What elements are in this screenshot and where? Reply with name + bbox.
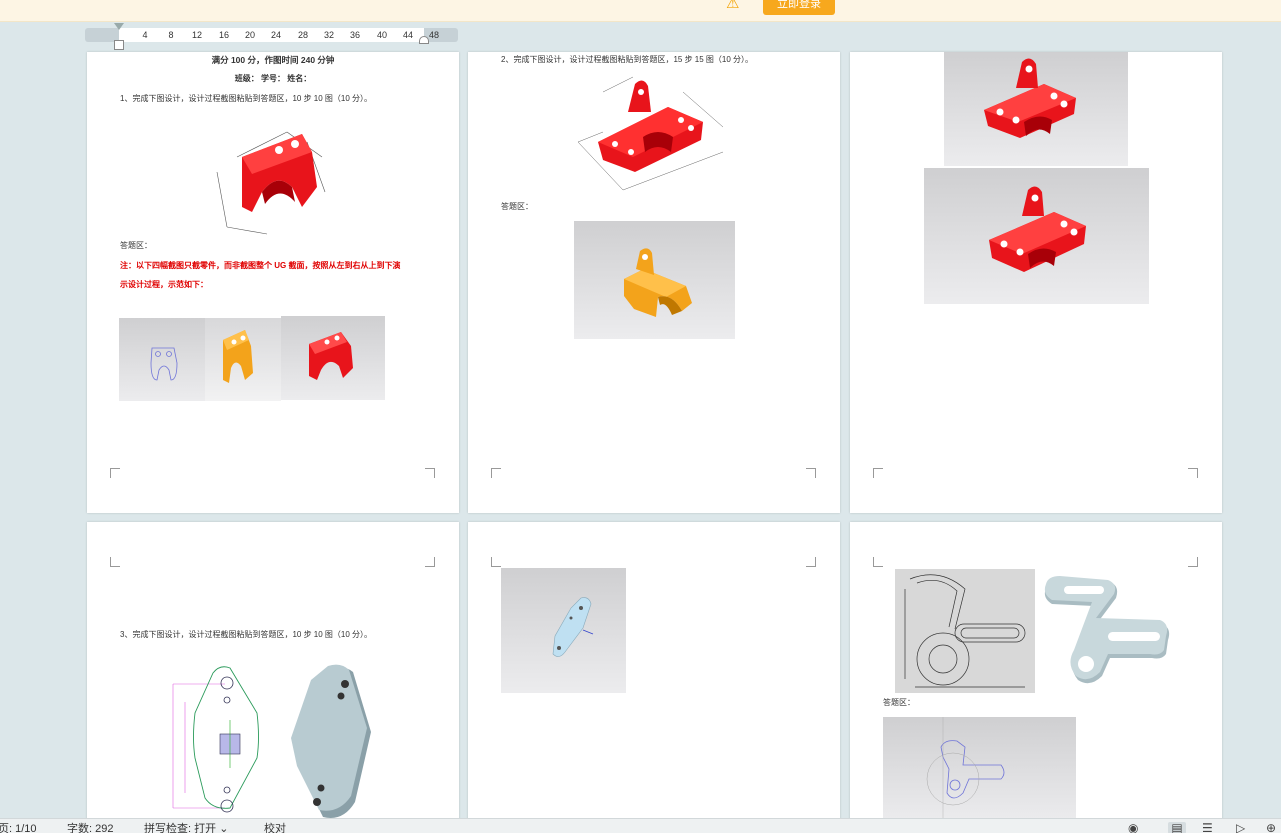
page-corner-mark	[873, 557, 883, 567]
question-3: 3、完成下图设计，设计过程截图粘贴到答题区，10 步 10 图（10 分）。	[120, 630, 373, 639]
ruler-tick: 20	[244, 30, 255, 40]
note-line-2: 示设计过程，示范如下：	[120, 280, 208, 289]
spell-check-label: 拼写检查: 打开	[144, 823, 217, 833]
answer-blue-part-image[interactable]	[501, 568, 626, 693]
question-1: 1、完成下图设计，设计过程截图粘贴到答题区，10 步 10 图（10 分）。	[120, 94, 373, 103]
ruler-tick: 44	[402, 30, 413, 40]
login-button[interactable]: 立即登录	[763, 0, 835, 15]
answer-area-label: 答题区：	[501, 202, 533, 211]
first-line-indent-marker[interactable]	[114, 23, 124, 30]
page-corner-mark	[806, 557, 816, 567]
status-bar: 页: 1/10 字数: 292 拼写检查: 打开 ⌄ 校对 ◉ ▤ ☰ ▷ ⊕	[0, 818, 1281, 833]
ruler-tick: 4	[142, 30, 148, 40]
answer-area-label: 答题区：	[883, 698, 915, 707]
document-page-1[interactable]: 满分 100 分，作图时间 240 分钟 班级： 学号： 姓名： 1、完成下图设…	[87, 52, 459, 513]
page-corner-mark	[491, 468, 501, 478]
ruler-tick: 16	[218, 30, 229, 40]
answer-area-label: 答题区：	[120, 241, 152, 250]
page-corner-mark	[425, 557, 435, 567]
ruler-tick: 32	[323, 30, 334, 40]
ruler-tick: 12	[191, 30, 202, 40]
example-sketch-image[interactable]	[119, 318, 205, 401]
horizontal-ruler[interactable]: 4 8 12 16 20 24 28 32 36 40 44 48	[85, 28, 458, 42]
answer-red-part-image-b[interactable]	[924, 168, 1149, 304]
page-corner-mark	[1188, 468, 1198, 478]
warning-icon: ⚠	[726, 0, 740, 12]
login-banner: ⚠ 立即登录	[0, 0, 1281, 22]
word-count[interactable]: 字数: 292	[67, 823, 113, 833]
page-corner-mark	[1188, 557, 1198, 567]
example-orange-part-image[interactable]	[205, 318, 281, 401]
document-page-2[interactable]: 2、完成下图设计，设计过程截图粘贴到答题区，15 步 15 图（10 分）。 答…	[468, 52, 840, 513]
note-line-1: 注：以下四幅截图只截零件，而非截图整个 UG 截面，按照从左到右从上到下演	[120, 261, 401, 270]
q3-drawing-image[interactable]	[165, 658, 275, 822]
q4-gray-part-image[interactable]	[1038, 576, 1174, 688]
right-indent-marker[interactable]	[419, 36, 429, 44]
globe-icon[interactable]: ⊕	[1266, 822, 1276, 833]
ruler-tick: 8	[168, 30, 174, 40]
page-corner-mark	[491, 557, 501, 567]
ruler-tick: 40	[376, 30, 387, 40]
left-indent-marker[interactable]	[114, 40, 124, 50]
page-corner-mark	[425, 468, 435, 478]
page-counter[interactable]: 页: 1/10	[0, 823, 37, 833]
ruler-tick: 36	[349, 30, 360, 40]
document-page-4[interactable]: 3、完成下图设计，设计过程截图粘贴到答题区，10 步 10 图（10 分）。	[87, 522, 459, 822]
example-red-part-image[interactable]	[281, 316, 385, 400]
chevron-down-icon: ⌄	[219, 823, 229, 833]
q2-drawing-image[interactable]	[573, 72, 733, 194]
page-corner-mark	[110, 557, 120, 567]
exam-title: 满分 100 分，作图时间 240 分钟	[211, 55, 335, 65]
page-view-icon[interactable]: ▤	[1168, 822, 1186, 833]
exam-meta: 班级： 学号： 姓名：	[234, 74, 312, 83]
document-page-5[interactable]	[468, 522, 840, 822]
ruler-tick: 28	[297, 30, 308, 40]
document-page-3[interactable]	[850, 52, 1222, 513]
document-page-6[interactable]: 答题区：	[850, 522, 1222, 822]
answer-sketch-image[interactable]	[883, 717, 1076, 822]
ruler-tick: 24	[270, 30, 281, 40]
outline-view-icon[interactable]: ☰	[1202, 822, 1213, 833]
answer-orange-part-image[interactable]	[574, 221, 735, 339]
spell-check-toggle[interactable]: 拼写检查: 打开 ⌄	[144, 823, 228, 833]
answer-red-part-image-a[interactable]	[944, 52, 1128, 166]
page-corner-mark	[110, 468, 120, 478]
q3-gray-part-image[interactable]	[283, 662, 383, 822]
q4-scanned-drawing-image[interactable]	[895, 569, 1035, 693]
page-corner-mark	[806, 468, 816, 478]
q1-drawing-image[interactable]	[207, 112, 337, 237]
page-corner-mark	[873, 468, 883, 478]
proofread-button[interactable]: 校对	[264, 823, 286, 833]
question-2: 2、完成下图设计，设计过程截图粘贴到答题区，15 步 15 图（10 分）。	[501, 55, 754, 64]
eye-icon[interactable]: ◉	[1128, 822, 1138, 833]
play-icon[interactable]: ▷	[1236, 822, 1245, 833]
